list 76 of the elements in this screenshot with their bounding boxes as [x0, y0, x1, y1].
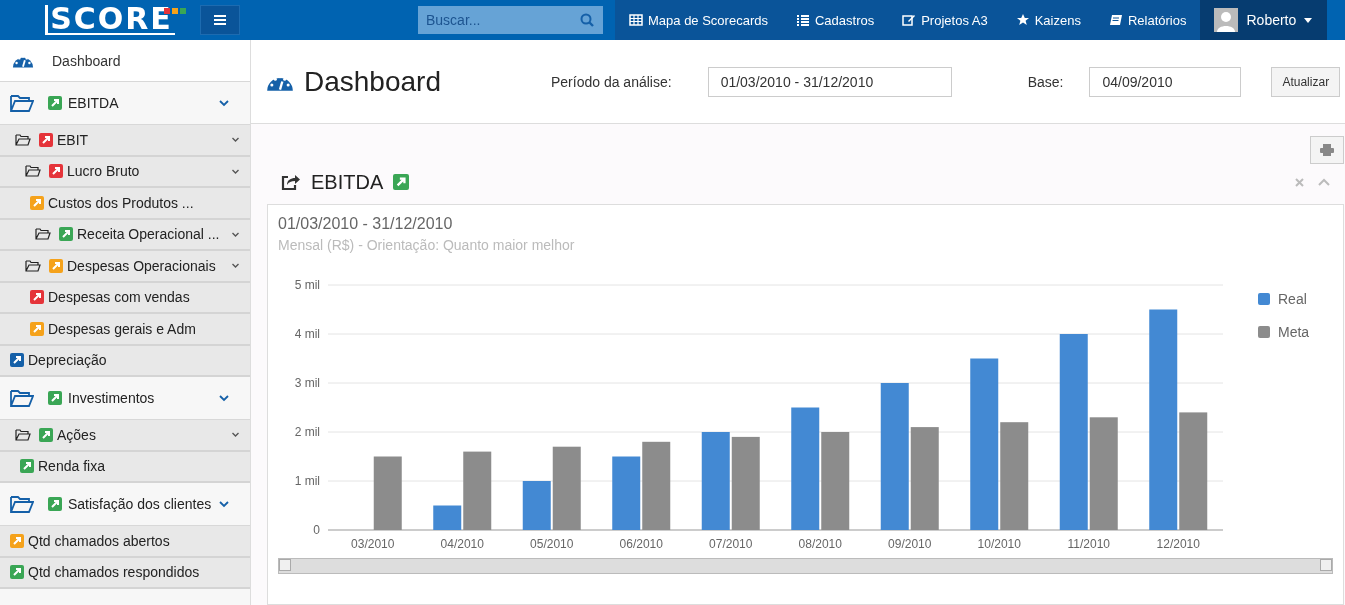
edit-icon — [902, 13, 917, 27]
folder-icon — [10, 389, 34, 407]
y-axis-label: 2 mil — [294, 425, 320, 439]
folder-icon — [10, 94, 34, 112]
chart-period: 01/03/2010 - 31/12/2010 — [278, 215, 454, 233]
dashboard-link[interactable]: Dashboard — [0, 40, 250, 82]
print-button[interactable] — [1310, 136, 1344, 164]
tree-item[interactable]: Qtd chamados respondidos — [0, 557, 250, 589]
nav-link[interactable]: Cadastros — [781, 0, 889, 40]
y-axis-label: 3 mil — [294, 376, 320, 390]
panel-title: EBITDA — [311, 170, 384, 194]
base-label: Base: — [1027, 73, 1064, 90]
tree-item[interactable]: Despesas Operacionais — [0, 251, 250, 283]
x-axis-label: 12/2010 — [1156, 537, 1200, 551]
x-axis-label: 07/2010 — [709, 537, 753, 551]
table-icon — [629, 13, 643, 27]
chevron-icon[interactable] — [218, 97, 230, 109]
search-icon — [580, 13, 594, 27]
period-label: Período da análise: — [551, 73, 672, 90]
legend-item[interactable]: Real — [1258, 291, 1307, 307]
period-field[interactable]: 01/03/2010 - 31/12/2010 — [707, 66, 952, 97]
chevron-icon[interactable] — [231, 135, 240, 145]
chevron-icon[interactable] — [218, 392, 230, 404]
user-menu[interactable]: Roberto — [1200, 0, 1328, 40]
x-axis-label: 09/2010 — [888, 537, 932, 551]
tree-item[interactable]: Despesas com vendas — [0, 282, 250, 314]
folder-icon — [35, 228, 51, 241]
scrollbar[interactable] — [278, 558, 1333, 574]
tree-item[interactable]: Qtd chamados abertos — [0, 526, 250, 558]
avatar-icon — [1214, 8, 1239, 32]
y-axis-label: 1 mil — [294, 474, 320, 488]
tree-item[interactable]: Ações — [0, 420, 250, 452]
page-title: Dashboard — [304, 65, 441, 98]
x-axis-label: 05/2010 — [530, 537, 574, 551]
chevron-icon[interactable] — [231, 430, 240, 440]
menu-icon — [214, 15, 226, 25]
x-axis-label: 11/2010 — [1067, 537, 1110, 551]
nav-link[interactable]: Relatórios — [1094, 0, 1201, 40]
caret-icon — [1304, 17, 1313, 23]
base-field[interactable]: 04/09/2010 — [1089, 66, 1242, 97]
y-axis-label: 4 mil — [294, 327, 320, 341]
x-axis-label: 03/2010 — [351, 537, 395, 551]
tree-item[interactable]: Lucro Bruto — [0, 156, 250, 188]
tree-item[interactable]: Despesas gerais e Adm — [0, 314, 250, 346]
tree-item[interactable]: EBIT — [0, 125, 250, 157]
x-axis-label: 04/2010 — [440, 537, 484, 551]
y-axis-label: 5 mil — [294, 278, 320, 292]
legend-label: Meta — [1278, 324, 1310, 340]
chevron-icon[interactable] — [218, 498, 230, 510]
chevron-icon[interactable] — [231, 261, 240, 271]
x-axis-label: 10/2010 — [977, 537, 1021, 551]
folder-icon — [25, 259, 41, 272]
legend-label: Real — [1278, 291, 1307, 307]
list-icon — [795, 13, 810, 27]
y-axis-label: 0 — [313, 523, 320, 537]
x-axis-label: 08/2010 — [798, 537, 842, 551]
share-icon — [281, 173, 301, 191]
tree-item[interactable]: Custos dos Produtos ... — [0, 188, 250, 220]
nav-link[interactable]: Kaizens — [1001, 0, 1095, 40]
folder-icon — [15, 428, 31, 441]
nav-link[interactable]: Projetos A3 — [888, 0, 1002, 40]
star-icon — [1015, 13, 1030, 27]
tree-item[interactable]: Renda fixa — [0, 451, 250, 483]
book-icon — [1108, 13, 1123, 27]
folder-icon — [15, 133, 31, 146]
x-axis-label: 06/2010 — [619, 537, 663, 551]
chart-subtitle: Mensal (R$) - Orientação: Quanto maior melhor — [278, 237, 576, 253]
search-field[interactable]: Buscar... — [418, 6, 603, 34]
tree-item[interactable]: Receita Operacional ... — [0, 219, 250, 251]
tree-item[interactable]: Depreciação — [0, 345, 250, 377]
menu-button[interactable] — [200, 5, 240, 35]
nav-link[interactable]: Mapa de Scorecards — [615, 0, 782, 40]
folder-icon — [25, 165, 41, 178]
refresh-button[interactable]: Atualizar — [1271, 66, 1341, 97]
folder-icon — [10, 495, 34, 513]
legend-item[interactable]: Meta — [1258, 324, 1310, 340]
